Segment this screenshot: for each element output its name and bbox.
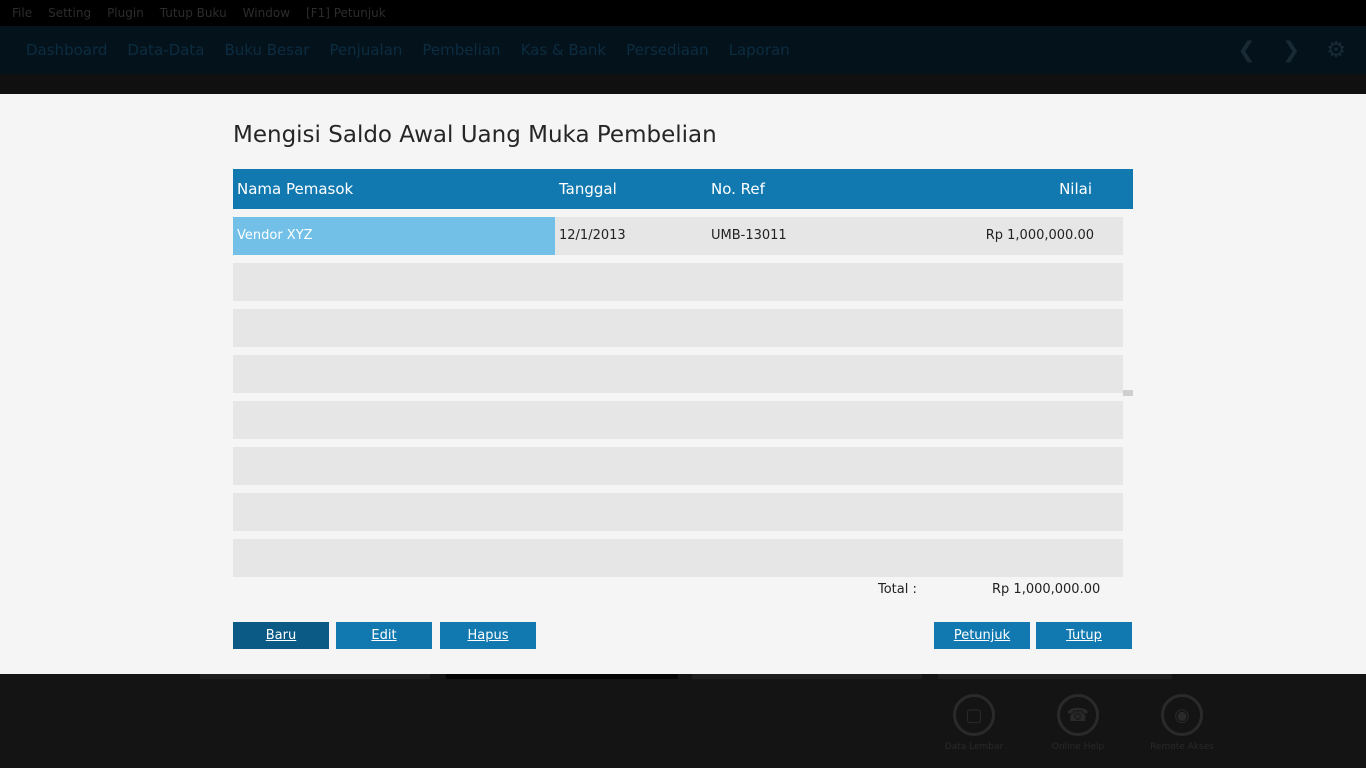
total-label: Total : (878, 582, 917, 597)
empty-row[interactable] (233, 447, 1123, 485)
nav-penjualan[interactable]: Penjualan (329, 41, 402, 59)
nav-laporan[interactable]: Laporan (729, 41, 790, 59)
main-nav: Dashboard Data-Data Buku Besar Penjualan… (0, 26, 1366, 74)
background-panel (692, 674, 922, 679)
edit-button[interactable]: Edit (336, 622, 432, 649)
background-panel (446, 674, 678, 679)
background-panel (200, 674, 430, 679)
date-cell[interactable]: 12/1/2013 (559, 217, 626, 255)
empty-row[interactable] (233, 493, 1123, 531)
column-header-value[interactable]: Nilai (1059, 180, 1092, 198)
delete-button[interactable]: Hapus (440, 622, 536, 649)
shortcut-label: Online Help (1051, 742, 1105, 752)
grid-header: Nama Pemasok Tanggal No. Ref Nilai (233, 169, 1133, 209)
nav-pembelian[interactable]: Pembelian (422, 41, 500, 59)
scrollbar-thumb[interactable] (1123, 390, 1133, 396)
forward-arrow-icon[interactable]: ❯ (1282, 38, 1300, 63)
column-header-supplier[interactable]: Nama Pemasok (237, 180, 353, 198)
shortcut-bar: ▢ Data Lembar ☎ Online Help ◉ Remote Aks… (940, 694, 1216, 752)
empty-row[interactable] (233, 263, 1123, 301)
supplier-cell[interactable]: Vendor XYZ (233, 217, 555, 255)
total-value: Rp 1,000,000.00 (992, 582, 1101, 597)
menu-plugin[interactable]: Plugin (107, 6, 144, 20)
column-header-ref[interactable]: No. Ref (711, 180, 765, 198)
menu-window[interactable]: Window (243, 6, 290, 20)
nav-buku-besar[interactable]: Buku Besar (224, 41, 309, 59)
value-cell[interactable]: Rp 1,000,000.00 (986, 217, 1094, 255)
menu-petunjuk[interactable]: [F1] Petunjuk (306, 6, 386, 20)
nav-kas-bank[interactable]: Kas & Bank (521, 41, 607, 59)
dialog-title: Mengisi Saldo Awal Uang Muka Pembelian (233, 122, 717, 148)
column-header-date[interactable]: Tanggal (559, 180, 617, 198)
menu-setting[interactable]: Setting (48, 6, 91, 20)
shortcut-remote-akses[interactable]: ◉ Remote Akses (1148, 694, 1216, 752)
help-button[interactable]: Petunjuk (934, 622, 1030, 649)
shortcut-data-lembar[interactable]: ▢ Data Lembar (940, 694, 1008, 752)
back-arrow-icon[interactable]: ❮ (1237, 38, 1255, 63)
nav-data-data[interactable]: Data-Data (127, 41, 204, 59)
nav-persediaan[interactable]: Persediaan (626, 41, 709, 59)
empty-row[interactable] (233, 539, 1123, 577)
gear-icon[interactable]: ⚙ (1326, 38, 1346, 63)
ref-cell[interactable]: UMB-13011 (711, 217, 787, 255)
advance-grid: Nama Pemasok Tanggal No. Ref Nilai Vendo… (233, 169, 1133, 577)
menu-bar: File Setting Plugin Tutup Buku Window [F… (0, 0, 1366, 26)
shortcut-label: Data Lembar (944, 742, 1004, 752)
shortcut-online-help[interactable]: ☎ Online Help (1044, 694, 1112, 752)
nav-controls: ❮ ❯ ⚙ (1237, 26, 1346, 74)
menu-tutup-buku[interactable]: Tutup Buku (160, 6, 227, 20)
nav-dashboard[interactable]: Dashboard (26, 41, 107, 59)
opening-balance-dialog: Mengisi Saldo Awal Uang Muka Pembelian N… (0, 94, 1366, 674)
empty-row[interactable] (233, 401, 1123, 439)
background-panel (938, 674, 1172, 679)
empty-row[interactable] (233, 309, 1123, 347)
sub-bar (0, 74, 1366, 94)
menu-file[interactable]: File (12, 6, 32, 20)
empty-row[interactable] (233, 355, 1123, 393)
new-button[interactable]: Baru (233, 622, 329, 649)
save-icon: ▢ (953, 694, 995, 736)
shortcut-label: Remote Akses (1150, 742, 1214, 752)
globe-icon: ◉ (1161, 694, 1203, 736)
table-row[interactable]: Vendor XYZ 12/1/2013 UMB-13011 Rp 1,000,… (233, 217, 1123, 255)
phone-icon: ☎ (1057, 694, 1099, 736)
close-button[interactable]: Tutup (1036, 622, 1132, 649)
